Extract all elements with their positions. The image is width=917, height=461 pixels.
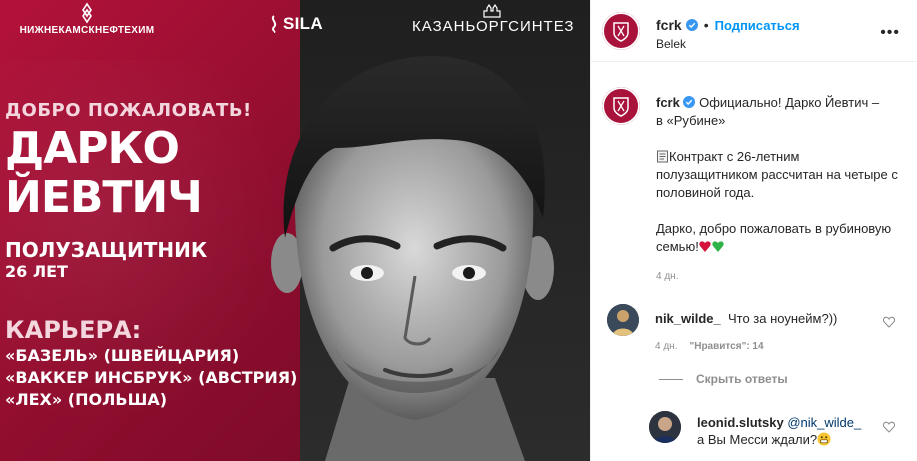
caption-line-2: в «Рубине» [656, 113, 726, 128]
player-first-name: ДАРКО [5, 123, 180, 174]
player-last-name: ЙЕВТИЧ [5, 172, 203, 223]
career-item: «ВАККЕР ИНСБРУК» (АВСТРИЯ) [5, 368, 298, 387]
post-image: НИЖНЕКАМСКНЕФТЕХИМ SILA КАЗАНЬОРГСИНТЕЗ … [0, 0, 590, 461]
avatar-image [607, 304, 639, 336]
grin-emoji-icon [817, 432, 831, 446]
hearts-emoji-icon [699, 241, 724, 252]
separator-dot: • [703, 17, 709, 33]
sponsor-name-2: SILA [283, 14, 323, 33]
welcome-heading: ДОБРО ПОЖАЛОВАТЬ! [5, 100, 252, 121]
like-heart-icon[interactable] [883, 316, 895, 328]
verified-badge-icon [683, 96, 696, 108]
reply-text: а Вы Месси ждали? [697, 432, 818, 447]
player-age: 26 ЛЕТ [5, 262, 68, 281]
author-avatar[interactable] [602, 12, 640, 50]
caption-timestamp[interactable]: 4 дн. [656, 271, 678, 282]
verified-badge-icon [685, 19, 698, 31]
career-item: «БАЗЕЛЬ» (ШВЕЙЦАРИЯ) [5, 346, 240, 365]
comment-text: Что за ноунейм?)) [727, 311, 838, 326]
caption-contract: Контракт с 26-летним полузащитником расс… [656, 149, 898, 200]
career-item: «ЛЕХ» (ПОЛЬША) [5, 390, 168, 409]
reply-body: leonid.slutsky @nik_wilde_ а Вы Месси жд… [697, 414, 877, 448]
sponsor-logo-kazanorgsintez: КАЗАНЬОРГСИНТЕЗ [412, 4, 575, 35]
commenter-avatar[interactable] [607, 304, 639, 336]
document-emoji-icon [657, 150, 668, 163]
player-position: ПОЛУЗАЩИТНИК [5, 238, 208, 262]
caption-author-avatar[interactable] [602, 87, 640, 125]
like-heart-icon[interactable] [883, 421, 895, 433]
post-side-panel: fcrk • Подписаться Belek ••• fcrk Официа… [590, 0, 917, 461]
comment-body: nik_wilde_ Что за ноунейм?)) [655, 311, 837, 326]
player-portrait [271, 56, 554, 461]
sponsor-logo-nizhnekamskneftekhim: НИЖНЕКАМСКНЕФТЕХИМ [6, 2, 168, 36]
comment-likes[interactable]: "Нравится": 14 [689, 341, 763, 352]
reply-username[interactable]: leonid.slutsky [697, 415, 784, 430]
hide-replies-button[interactable]: Скрыть ответы [696, 372, 788, 386]
avatar-image [649, 411, 681, 443]
author-line: fcrk • Подписаться [656, 17, 800, 33]
career-heading: КАРЬЕРА: [5, 316, 142, 344]
caption-welcome: Дарко, добро пожаловать в рубиновую семь… [656, 221, 892, 254]
follow-button[interactable]: Подписаться [715, 18, 800, 33]
replies-divider [659, 379, 683, 380]
sponsor-name-3: КАЗАНЬОРГСИНТЕЗ [412, 18, 575, 35]
post-location[interactable]: Belek [656, 37, 686, 51]
nknh-logo-icon [82, 2, 92, 24]
sponsor-logo-sila: SILA [268, 14, 323, 34]
comment-timestamp[interactable]: 4 дн. [655, 341, 677, 352]
more-options-icon[interactable]: ••• [880, 24, 900, 42]
kremlin-logo-icon [483, 4, 501, 18]
sponsor-name-1: НИЖНЕКАМСКНЕФТЕХИМ [19, 25, 155, 36]
sila-logo-icon [271, 15, 277, 33]
post-caption: fcrk Официально! Дарко Йевтич – в «Рубин… [656, 94, 901, 274]
reply-mention[interactable]: @nik_wilde_ [787, 415, 861, 430]
caption-username[interactable]: fcrk [656, 95, 680, 110]
reply-avatar[interactable] [649, 411, 681, 443]
author-username[interactable]: fcrk [656, 17, 682, 33]
comment-meta: 4 дн. "Нравится": 14 [655, 341, 764, 352]
comment-username[interactable]: nik_wilde_ [655, 311, 721, 326]
post-header: fcrk • Подписаться Belek ••• [591, 0, 917, 62]
caption-line-1: Официально! Дарко Йевтич – [699, 95, 880, 110]
